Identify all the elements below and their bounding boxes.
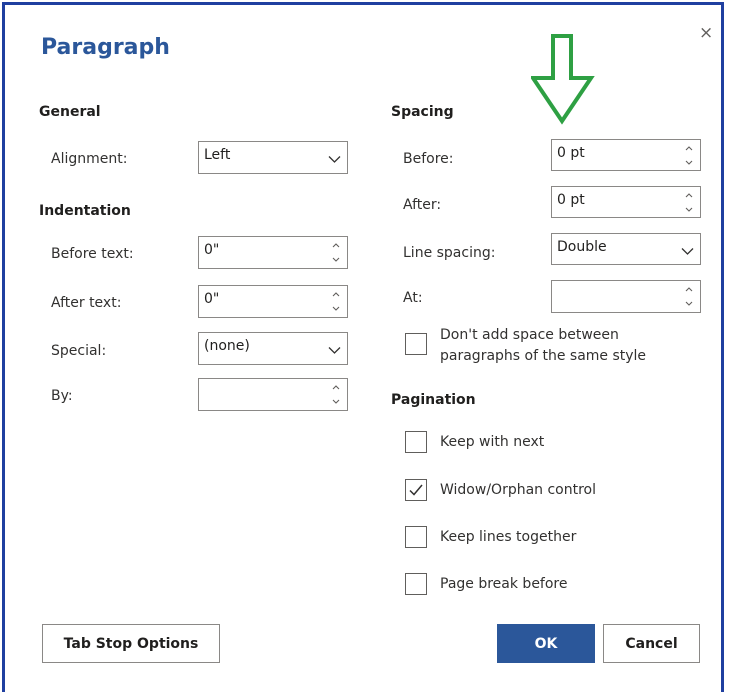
after-text-value: 0" [204,291,220,307]
line-spacing-label: Line spacing: [403,245,496,261]
before-text-stepper[interactable]: 0" [198,236,348,269]
widow-orphan-checkbox[interactable] [405,479,427,501]
spinner-icon[interactable] [331,288,341,316]
checkmark-icon [409,484,423,496]
spinner-icon[interactable] [331,381,341,409]
at-stepper[interactable] [551,280,701,313]
chevron-down-icon [328,152,341,168]
pagination-heading: Pagination [391,392,476,408]
spinner-icon[interactable] [684,189,694,217]
spinner-icon[interactable] [684,142,694,170]
widow-orphan-label: Widow/Orphan control [440,482,597,498]
arrow-down-outline-icon [531,34,595,125]
special-value: (none) [204,338,250,354]
alignment-label: Alignment: [51,151,128,167]
spinner-icon[interactable] [684,283,694,311]
ok-button[interactable]: OK [497,624,595,663]
line-spacing-select[interactable]: Double [551,233,701,265]
spinner-icon[interactable] [331,239,341,267]
line-spacing-value: Double [557,239,607,255]
alignment-value: Left [204,147,231,163]
after-text-label: After text: [51,295,122,311]
tab-stop-options-button[interactable]: Tab Stop Options [42,624,220,663]
special-select[interactable]: (none) [198,332,348,365]
general-heading: General [39,104,101,120]
indentation-heading: Indentation [39,203,131,219]
after-text-stepper[interactable]: 0" [198,285,348,318]
spacing-after-value: 0 pt [557,192,585,208]
cancel-button[interactable]: Cancel [603,624,700,663]
by-stepper[interactable] [198,378,348,411]
paragraph-dialog: Paragraph × General Alignment: Left Inde… [2,2,724,692]
no-space-same-style-label: Don't add space between paragraphs of th… [440,325,646,367]
spacing-after-stepper[interactable]: 0 pt [551,186,701,218]
at-label: At: [403,290,423,306]
keep-with-next-label: Keep with next [440,434,545,450]
alignment-select[interactable]: Left [198,141,348,174]
spacing-heading: Spacing [391,104,454,120]
spacing-before-value: 0 pt [557,145,585,161]
page-break-before-checkbox[interactable] [405,573,427,595]
spacing-after-label: After: [403,197,442,213]
no-space-same-style-checkbox[interactable] [405,333,427,355]
no-space-label-line2: paragraphs of the same style [440,348,647,364]
keep-lines-together-label: Keep lines together [440,529,577,545]
by-label: By: [51,388,73,404]
spacing-before-stepper[interactable]: 0 pt [551,139,701,171]
close-icon[interactable]: × [699,25,713,42]
dialog-title: Paragraph [41,35,170,60]
spacing-before-label: Before: [403,151,454,167]
chevron-down-icon [681,244,694,260]
chevron-down-icon [328,343,341,359]
before-text-label: Before text: [51,246,134,262]
page-break-before-label: Page break before [440,576,568,592]
keep-lines-together-checkbox[interactable] [405,526,427,548]
special-label: Special: [51,343,107,359]
keep-with-next-checkbox[interactable] [405,431,427,453]
before-text-value: 0" [204,242,220,258]
no-space-label-line1: Don't add space between [440,327,619,343]
